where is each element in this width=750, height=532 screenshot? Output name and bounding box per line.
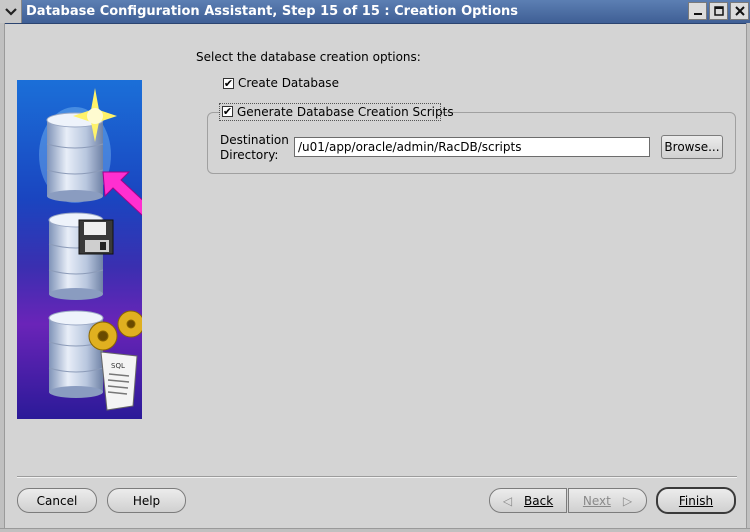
arrow-icon [102,171,142,216]
checkmark-icon: ✔ [222,105,233,118]
title-bar: Database Configuration Assistant, Step 1… [0,0,750,24]
browse-button[interactable]: Browse... [661,135,723,159]
generate-scripts-label: Generate Database Creation Scripts [237,105,454,119]
maximize-button[interactable] [709,2,728,20]
maximize-icon [713,6,724,16]
window-title: Database Configuration Assistant, Step 1… [26,4,519,19]
window-menu-button[interactable] [0,0,22,23]
create-database-label: Create Database [238,76,339,90]
finish-button[interactable]: Finish [656,487,736,514]
sql-scroll-icon: SQL [100,351,138,411]
help-button[interactable]: Help [107,488,186,513]
generate-scripts-checkbox[interactable]: ✔ [222,106,233,117]
window-frame-right [746,23,750,532]
wizard-illustration: SQL [17,80,142,419]
footer-separator [17,476,737,478]
instruction-text: Select the database creation options: [196,50,421,64]
floppy-disk-icon [78,219,114,255]
close-button[interactable] [730,2,749,20]
minimize-icon [693,13,702,15]
create-database-checkbox[interactable]: ✔ [223,78,234,89]
next-button-label: Next [582,493,611,508]
svg-text:SQL: SQL [111,362,125,370]
close-icon [734,6,745,16]
chevron-left-icon: ◁ [502,493,513,508]
finish-button-label: Finish [678,493,714,508]
minimize-button[interactable] [688,2,707,20]
chevron-right-icon: ▷ [622,493,633,508]
destination-label-line1: Destination [220,133,289,147]
destination-directory-input[interactable]: /u01/app/oracle/admin/RacDB/scripts [294,137,650,157]
chevron-down-icon [4,7,17,16]
cancel-button[interactable]: Cancel [17,488,97,513]
checkmark-icon: ✔ [223,77,234,90]
back-button-label: Back [524,493,554,508]
back-button[interactable]: ◁ Back [489,488,567,513]
next-button[interactable]: Next ▷ [568,488,647,513]
window-frame-left [0,23,5,532]
window-frame-bottom [0,528,750,532]
destination-label-line2: Directory: [220,148,279,162]
